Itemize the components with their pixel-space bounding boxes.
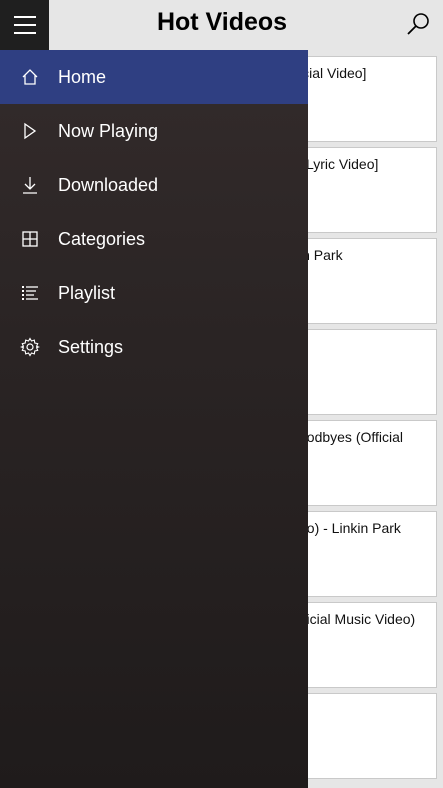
playlist-icon xyxy=(22,286,38,300)
nav-item-label: Now Playing xyxy=(58,120,159,141)
nav-item-label: Playlist xyxy=(58,282,116,303)
home-icon xyxy=(22,69,38,85)
nav-item-label: Categories xyxy=(58,228,146,249)
menu-button[interactable] xyxy=(0,0,49,50)
navigation-drawer: Home Now Playing Downloaded Categories P… xyxy=(0,50,308,788)
nav-item-playlist[interactable]: Playlist xyxy=(0,266,308,320)
nav-item-label: Home xyxy=(58,66,107,87)
nav-item-label: Settings xyxy=(58,336,124,357)
nav-item-downloaded[interactable]: Downloaded xyxy=(0,158,308,212)
nav-item-home[interactable]: Home xyxy=(0,50,308,104)
video-title: fficial Music Video) xyxy=(299,611,416,627)
page-title: Hot Videos xyxy=(156,8,288,36)
nav-item-categories[interactable]: Categories xyxy=(0,212,308,266)
gear-icon xyxy=(20,337,40,357)
video-title: l Lyric Video] xyxy=(299,156,379,172)
video-title: oodbyes (Official xyxy=(299,429,404,445)
nav-item-settings[interactable]: Settings xyxy=(0,320,308,374)
hamburger-icon xyxy=(13,15,36,35)
video-title: a xyxy=(299,338,435,354)
download-icon xyxy=(23,177,37,194)
grid-icon xyxy=(22,231,38,247)
video-title: eo) - Linkin Park xyxy=(299,520,401,536)
nav-item-label: Downloaded xyxy=(58,174,159,195)
video-title: icial Video] xyxy=(299,65,367,81)
play-icon xyxy=(24,122,37,140)
video-title: in Park xyxy=(299,247,343,263)
app-header: Hot Videos xyxy=(0,0,443,50)
nav-item-now-playing[interactable]: Now Playing xyxy=(0,104,308,158)
search-icon[interactable] xyxy=(404,10,432,38)
